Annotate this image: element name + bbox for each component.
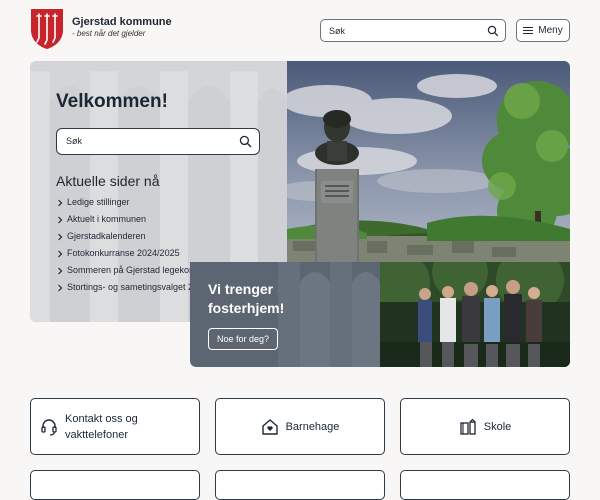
current-page-link-label: Stortings- og sametingsvalget 2025 [67, 282, 209, 292]
menu-button[interactable]: Meny [516, 19, 570, 42]
current-page-link[interactable]: Gjerstadkalenderen [56, 228, 208, 245]
header-search-input[interactable] [321, 20, 471, 41]
school-card[interactable]: Skole [400, 398, 570, 455]
contact-card[interactable]: Kontakt oss og vakttelefoner [30, 398, 200, 455]
foster-family-group-photo [380, 262, 570, 367]
header-search-box [320, 19, 506, 42]
chevron-right-icon [58, 250, 63, 257]
banner-text-panel: Vi trenger fosterhjem! Noe for deg? [190, 262, 380, 367]
house-heart-icon [261, 418, 278, 435]
current-page-link-label: Aktuelt i kommunen [67, 214, 147, 224]
quick-link-card[interactable] [215, 470, 385, 500]
current-page-link-label: Ledige stillinger [67, 197, 130, 207]
headset-icon [41, 418, 57, 436]
menu-label: Meny [538, 25, 563, 36]
chevron-right-icon [58, 267, 63, 274]
hamburger-icon [523, 26, 534, 35]
brand-name: Gjerstad kommune [72, 16, 172, 28]
school-supplies-icon [460, 418, 476, 435]
kindergarten-card[interactable]: Barnehage [215, 398, 385, 455]
welcome-heading: Velkommen! [56, 91, 168, 112]
chevron-right-icon [58, 284, 63, 291]
contact-card-label: Kontakt oss og vakttelefoner [65, 412, 138, 441]
current-page-link[interactable]: Stortings- og sametingsvalget 2025 [56, 279, 208, 296]
banner-title: Vi trenger fosterhjem! [208, 281, 285, 316]
search-icon[interactable] [239, 135, 252, 148]
foster-home-banner[interactable]: Vi trenger fosterhjem! Noe for deg? [190, 262, 570, 367]
current-page-link[interactable]: Ledige stillinger [56, 194, 208, 211]
current-page-link-label: Sommeren på Gjerstad legekontor [67, 265, 205, 275]
brand-tagline: - best når det gjelder [72, 29, 146, 38]
brand-block[interactable]: Gjerstad kommune - best når det gjelder [72, 16, 172, 38]
current-page-link-label: Fotokonkurranse 2024/2025 [67, 248, 180, 258]
gjerstad-coat-of-arms-logo[interactable] [30, 8, 64, 50]
hero-search-input[interactable] [57, 129, 227, 153]
search-icon[interactable] [487, 25, 499, 37]
current-page-link[interactable]: Fotokonkurranse 2024/2025 [56, 245, 208, 262]
school-card-label: Skole [483, 420, 512, 433]
current-pages-list: Ledige stillinger Aktuelt i kommunen Gje… [56, 194, 208, 296]
hero-search-box [56, 128, 260, 155]
chevron-right-icon [58, 216, 63, 223]
banner-cta-button[interactable]: Noe for deg? [208, 328, 278, 350]
site-header: Gjerstad kommune - best når det gjelder … [0, 0, 600, 62]
current-pages-heading: Aktuelle sider nå [56, 173, 160, 189]
chevron-right-icon [58, 199, 63, 206]
current-page-link-label: Gjerstadkalenderen [67, 231, 146, 241]
kindergarten-card-label: Barnehage [285, 420, 340, 433]
chevron-right-icon [58, 233, 63, 240]
current-page-link[interactable]: Aktuelt i kommunen [56, 211, 208, 228]
quick-link-card[interactable] [400, 470, 570, 500]
quick-link-card[interactable] [30, 470, 200, 500]
current-page-link[interactable]: Sommeren på Gjerstad legekontor [56, 262, 208, 279]
